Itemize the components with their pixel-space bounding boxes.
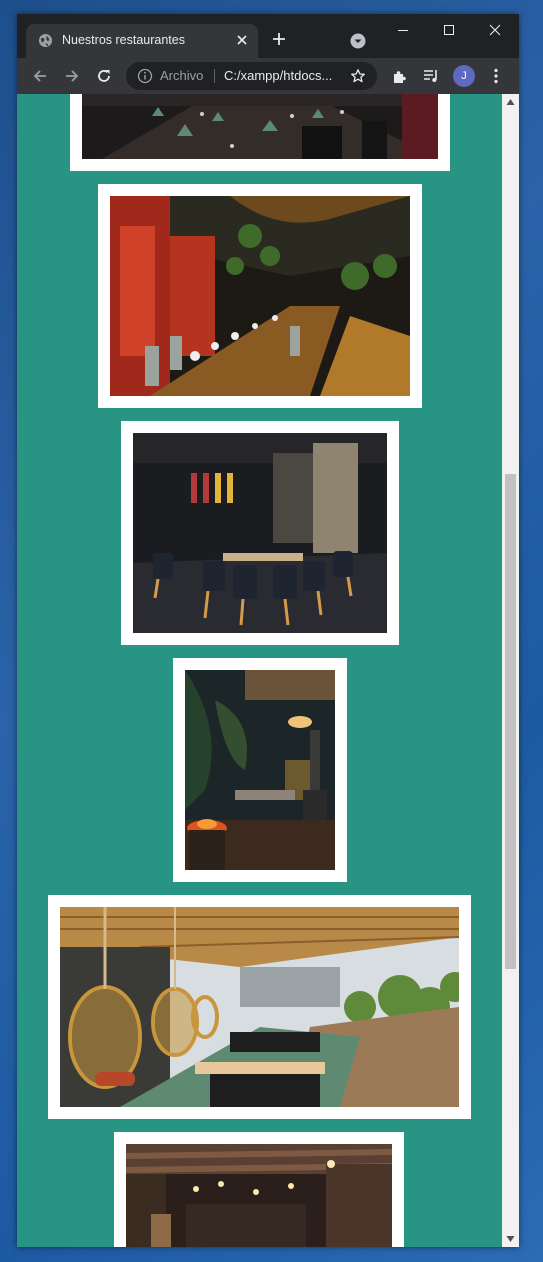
gallery-item (121, 421, 399, 645)
page-content (17, 94, 502, 1247)
plus-icon[interactable] (270, 30, 288, 48)
browser-toolbar: Archivo C:/xampp/htdocs... J (17, 58, 519, 94)
star-icon[interactable] (350, 68, 366, 84)
gallery-item (114, 1132, 404, 1247)
close-window-icon[interactable] (483, 20, 507, 40)
gallery-item (98, 184, 422, 408)
gallery-item (173, 658, 347, 882)
arrow-right-icon[interactable] (63, 67, 81, 85)
address-scheme-label: Archivo (160, 68, 204, 83)
tab-title: Nuestros restaurantes (62, 33, 185, 47)
title-bar: Nuestros restaurantes (17, 14, 519, 58)
address-bar[interactable]: Archivo C:/xampp/htdocs... (126, 62, 377, 90)
address-divider (214, 69, 215, 83)
globe-icon (38, 33, 53, 48)
restaurant-photo[interactable] (110, 196, 410, 396)
vertical-scrollbar[interactable] (502, 94, 519, 1247)
maximize-icon[interactable] (437, 20, 461, 40)
puzzle-icon[interactable] (391, 67, 409, 85)
close-icon[interactable] (234, 32, 250, 48)
tab-nuestros-restaurantes[interactable]: Nuestros restaurantes (26, 24, 258, 58)
caret-up-icon[interactable] (506, 98, 515, 106)
chevron-down-icon[interactable] (350, 33, 366, 49)
address-url[interactable]: C:/xampp/htdocs... (224, 68, 332, 83)
restaurant-photo[interactable] (60, 907, 459, 1107)
scrollbar-thumb[interactable] (505, 474, 516, 969)
playlist-icon[interactable] (422, 67, 440, 85)
restaurant-photo[interactable] (133, 433, 387, 633)
avatar[interactable]: J (453, 65, 475, 87)
kebab-menu-icon[interactable] (487, 67, 505, 85)
restaurant-photo[interactable] (82, 94, 438, 159)
caret-down-icon[interactable] (506, 1235, 515, 1243)
minimize-icon[interactable] (391, 20, 415, 40)
reload-icon[interactable] (95, 67, 113, 85)
browser-window: Nuestros restaurantes Archivo C:/xampp/h… (17, 14, 519, 1247)
info-icon[interactable] (137, 68, 153, 84)
gallery-item (48, 895, 471, 1119)
restaurant-photo[interactable] (126, 1144, 392, 1247)
arrow-left-icon[interactable] (31, 67, 49, 85)
restaurant-photo[interactable] (185, 670, 335, 870)
gallery-item (70, 94, 450, 171)
